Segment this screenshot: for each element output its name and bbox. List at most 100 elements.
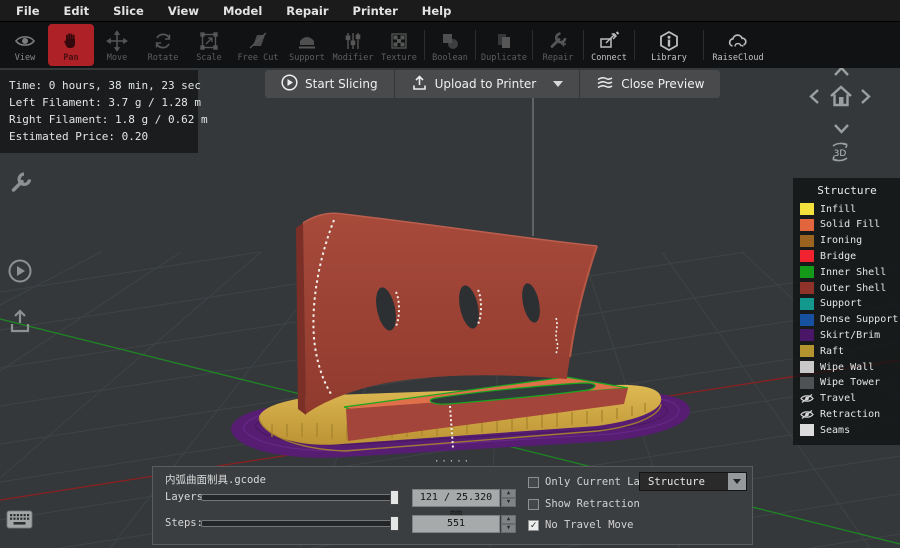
- toolbar-modifier-button[interactable]: Modifier: [330, 22, 376, 68]
- legend-item-wipe-wall: Wipe Wall: [800, 360, 894, 374]
- menu-help[interactable]: Help: [410, 0, 464, 22]
- wipe-wall-color-swatch: [800, 361, 814, 374]
- menu-repair[interactable]: Repair: [274, 0, 340, 22]
- toolbar-support-button[interactable]: Support: [284, 22, 330, 68]
- menu-printer[interactable]: Printer: [341, 0, 410, 22]
- toolbar-connect-button[interactable]: Connect: [586, 22, 632, 68]
- toolbar-separator: [424, 30, 425, 60]
- start-slicing-button[interactable]: Start Slicing: [265, 70, 394, 98]
- wrench-repair-icon: [547, 30, 569, 52]
- toolbar-pan-button[interactable]: Pan: [48, 24, 94, 66]
- structure-legend-panel: Structure Infill Solid Fill Ironing Brid…: [793, 178, 900, 445]
- dropdown-arrow-button[interactable]: [728, 473, 746, 490]
- wipe-tower-color-swatch: [800, 376, 814, 389]
- menu-file[interactable]: File: [4, 0, 52, 22]
- slice-stats-panel: Time: 0 hours, 38 min, 23 sec Left Filam…: [0, 70, 208, 153]
- menu-edit[interactable]: Edit: [52, 0, 102, 22]
- legend-item-dense-support: Dense Support: [800, 313, 898, 327]
- view-mode-dropdown[interactable]: Structure: [639, 472, 747, 491]
- menu-model[interactable]: Model: [211, 0, 274, 22]
- legend-item-retraction[interactable]: Retraction: [800, 407, 894, 421]
- menu-slice[interactable]: Slice: [101, 0, 156, 22]
- toolbar-move-button[interactable]: Move: [94, 22, 140, 68]
- legend-item-ironing: Ironing: [800, 234, 894, 248]
- toolbar-separator: [532, 30, 533, 60]
- upload-tray-icon: [10, 309, 30, 333]
- duplicate-pages-icon: [493, 30, 515, 52]
- layers-slider-thumb[interactable]: [390, 490, 399, 505]
- steps-spin-up-icon[interactable]: ▲: [501, 515, 516, 524]
- hand-pan-icon: [60, 30, 82, 52]
- toolbar-separator: [583, 30, 584, 60]
- nav-right-button[interactable]: [860, 88, 872, 109]
- stat-left-filament: Left Filament: 3.7 g / 1.28 m: [9, 96, 202, 109]
- move-arrows-icon: [106, 30, 128, 52]
- close-preview-button[interactable]: Close Preview: [579, 70, 720, 98]
- tool-bar: View Pan Move Rotate Scale Free Cut Supp…: [0, 22, 900, 68]
- upload-to-printer-button[interactable]: Upload to Printer: [393, 70, 580, 98]
- legend-item-outer-shell: Outer Shell: [800, 281, 894, 295]
- toolbar-raisecloud-button[interactable]: RaiseCloud: [706, 22, 770, 68]
- nav-down-button[interactable]: [833, 120, 850, 139]
- infill-color-swatch: [800, 203, 814, 216]
- legend-item-travel[interactable]: Travel: [800, 392, 894, 406]
- toolbar-rotate-button[interactable]: Rotate: [140, 22, 186, 68]
- layers-spinner[interactable]: ▲ ▼: [501, 489, 516, 507]
- layers-icon: [596, 75, 614, 94]
- play-circle-icon: [281, 74, 298, 94]
- layers-value-input[interactable]: 121 / 25.320 mm: [412, 489, 500, 519]
- home-icon: [830, 85, 852, 107]
- layers-spin-up-icon[interactable]: ▲: [501, 489, 516, 498]
- toolbar-texture-button[interactable]: Texture: [376, 22, 422, 68]
- checkbox-box[interactable]: ✓: [528, 519, 539, 531]
- checkbox-box[interactable]: ✓: [528, 476, 539, 488]
- settings-wrench-button[interactable]: [8, 170, 34, 200]
- scale-box-icon: [198, 30, 220, 52]
- toolbar-repair-button[interactable]: Repair: [535, 22, 581, 68]
- menu-view[interactable]: View: [156, 0, 211, 22]
- chevron-right-icon: [861, 89, 871, 104]
- toolbar-freecut-button[interactable]: Free Cut: [232, 22, 284, 68]
- toolbar-separator: [634, 30, 635, 60]
- chevron-down-icon: [834, 124, 849, 134]
- outer-shell-color-swatch: [800, 282, 814, 295]
- layers-slider[interactable]: [201, 490, 399, 505]
- export-upload-button[interactable]: [8, 308, 32, 338]
- toolbar-scale-button[interactable]: Scale: [186, 22, 232, 68]
- layers-spin-down-icon[interactable]: ▼: [501, 498, 516, 507]
- checkbox-box[interactable]: ✓: [528, 498, 539, 510]
- steps-spinner[interactable]: ▲ ▼: [501, 515, 516, 533]
- solid-fill-color-swatch: [800, 218, 814, 231]
- legend-item-solid-fill: Solid Fill: [800, 218, 894, 232]
- nav-home-button[interactable]: [827, 82, 855, 114]
- toolbar-duplicate-button[interactable]: Duplicate: [478, 22, 530, 68]
- steps-slider-thumb[interactable]: [390, 516, 399, 531]
- bridge-color-swatch: [800, 250, 814, 263]
- nav-left-button[interactable]: [808, 88, 820, 109]
- legend-item-infill: Infill: [800, 202, 894, 216]
- modifier-sliders-icon: [342, 30, 364, 52]
- upload-icon: [411, 74, 428, 94]
- steps-spin-down-icon[interactable]: ▼: [501, 524, 516, 533]
- upload-dropdown-caret-icon[interactable]: [553, 81, 564, 87]
- toolbar-view-button[interactable]: View: [2, 22, 48, 68]
- support-icon: [296, 30, 318, 52]
- chevron-down-icon: [733, 479, 741, 484]
- toolbar-boolean-button[interactable]: Boolean: [427, 22, 473, 68]
- show-retraction-checkbox[interactable]: ✓ Show Retraction: [528, 498, 640, 510]
- stat-estimated-price: Estimated Price: 0.20: [9, 130, 149, 143]
- play-preview-button[interactable]: [7, 258, 33, 288]
- keyboard-shortcuts-button[interactable]: [6, 510, 33, 533]
- no-travel-move-checkbox[interactable]: ✓ No Travel Move: [528, 519, 634, 531]
- steps-slider[interactable]: [201, 516, 399, 531]
- travel-visibility-eye-off-icon[interactable]: [800, 393, 814, 404]
- skirt-brim-color-swatch: [800, 329, 814, 342]
- rotate-3d-button[interactable]: 3D: [824, 139, 856, 169]
- steps-value-input[interactable]: 551: [412, 515, 500, 533]
- texture-checker-icon: [388, 30, 410, 52]
- retraction-visibility-eye-off-icon[interactable]: [800, 409, 814, 420]
- boolean-shapes-icon: [439, 30, 461, 52]
- panel-drag-handle[interactable]: ·····: [434, 457, 471, 467]
- support-color-swatch: [800, 297, 814, 310]
- toolbar-library-button[interactable]: Library: [637, 22, 701, 68]
